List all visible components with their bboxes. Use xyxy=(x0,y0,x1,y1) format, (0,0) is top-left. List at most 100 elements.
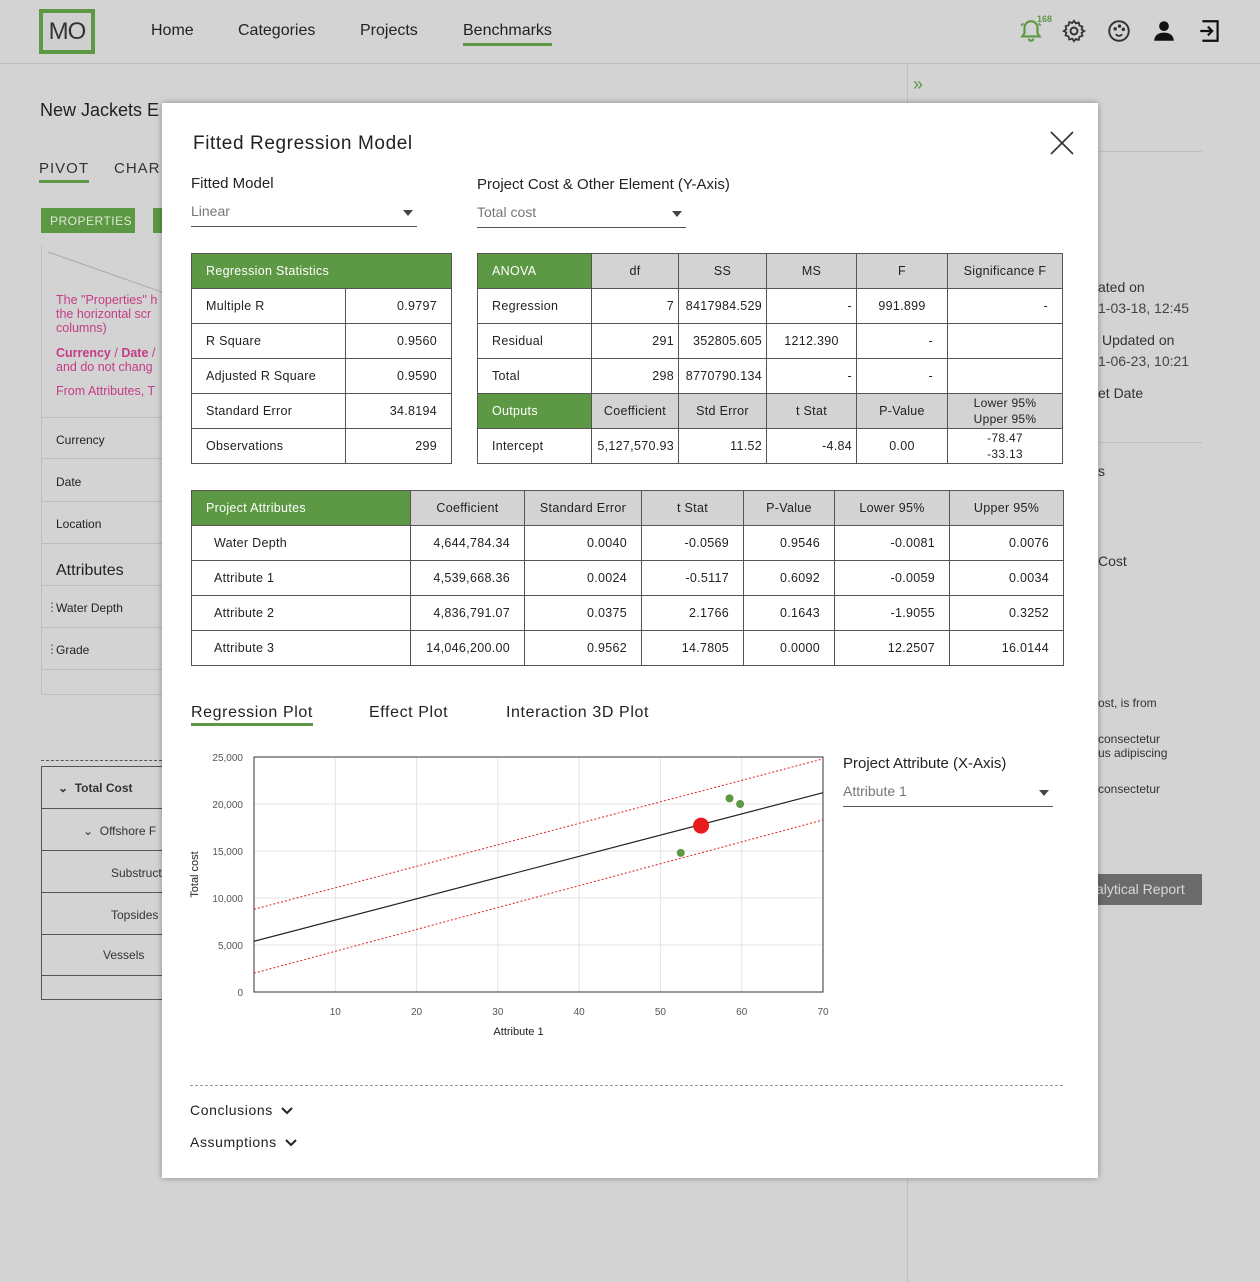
tree-offshore[interactable]: ⌄ Offshore F xyxy=(83,824,156,838)
nav-benchmarks[interactable]: Benchmarks xyxy=(463,22,552,46)
nav-home[interactable]: Home xyxy=(151,22,194,40)
cell: 352805.605 xyxy=(678,323,767,359)
tree-topsides[interactable]: Topsides xyxy=(111,908,158,922)
table-row: R Square 0.9560 xyxy=(191,323,452,359)
cell: 0.9546 xyxy=(743,525,835,561)
column-header: Lower 95% xyxy=(834,490,950,526)
app-logo[interactable]: MO xyxy=(39,9,95,54)
y-tick-label: 5,000 xyxy=(218,941,243,952)
x-tick-label: 40 xyxy=(574,1007,586,1018)
tab-chart[interactable]: CHAR xyxy=(114,160,161,177)
currency-emphasis: Currency xyxy=(56,346,111,360)
column-header: Coefficient xyxy=(410,490,525,526)
y-tick-label: 0 xyxy=(237,988,243,999)
cell: 298 xyxy=(591,358,679,394)
expand-panel-icon[interactable]: » xyxy=(913,74,923,95)
table-row: Attribute 2 4,836,791.07 0.0375 2.1766 0… xyxy=(191,595,1064,631)
fitted-model-label: Fitted Model xyxy=(191,175,274,192)
outputs-header-row: Outputs Coefficient Std Error t Stat P-V… xyxy=(477,393,1063,429)
row-currency[interactable]: Currency xyxy=(42,417,162,459)
column-header: P-Value xyxy=(856,393,948,429)
target-date-label: et Date xyxy=(1098,385,1144,401)
row-label: Attribute 3 xyxy=(191,630,411,666)
drag-handle-icon[interactable]: ⋮ xyxy=(46,642,58,656)
secondary-button[interactable] xyxy=(153,208,162,233)
x-axis-select[interactable]: Attribute 1 xyxy=(843,783,1053,807)
chevron-down-icon: ⌄ xyxy=(58,781,69,795)
y-axis-select[interactable]: Total cost xyxy=(477,204,686,228)
tab-regression-plot[interactable]: Regression Plot xyxy=(191,704,313,726)
plot-frame xyxy=(253,756,824,993)
row-label: Water Depth xyxy=(191,525,411,561)
nav-projects[interactable]: Projects xyxy=(360,22,418,40)
row-location[interactable]: Location xyxy=(42,502,162,544)
cell: 8770790.134 xyxy=(678,358,767,394)
chevron-down-icon xyxy=(285,1139,297,1147)
cell: 1212.390 xyxy=(766,323,857,359)
cell: - xyxy=(947,288,1063,324)
data-point xyxy=(725,794,734,803)
table-row: Observations 299 xyxy=(191,428,452,464)
cell: 0.0024 xyxy=(524,560,642,596)
cell xyxy=(947,358,1063,394)
desc-text-3: us adipiscing xyxy=(1098,746,1168,760)
table-row: Standard Error 34.8194 xyxy=(191,393,452,429)
cell: 0.0375 xyxy=(524,595,642,631)
stat-value: 0.9560 xyxy=(345,323,452,359)
tree-substructure[interactable]: Substruct xyxy=(111,866,162,880)
stat-label: Adjusted R Square xyxy=(191,358,346,394)
divider xyxy=(1098,442,1202,443)
analytical-report-button[interactable]: alytical Report xyxy=(1090,874,1202,905)
cell: 14.7805 xyxy=(641,630,744,666)
x-tick-label: 60 xyxy=(736,1007,748,1018)
divider xyxy=(1098,151,1202,152)
cell: 0.3252 xyxy=(949,595,1064,631)
row-date[interactable]: Date xyxy=(42,460,162,502)
drag-handle-icon[interactable]: ⋮ xyxy=(46,600,58,614)
cell: 991.899 xyxy=(856,288,948,324)
properties-button[interactable]: PROPERTIES xyxy=(41,208,135,233)
cell: 7 xyxy=(591,288,679,324)
stat-value: 299 xyxy=(345,428,452,464)
divider xyxy=(42,975,162,976)
section-label: s xyxy=(1098,463,1105,479)
conclusions-accordion[interactable]: Conclusions xyxy=(190,1102,293,1118)
user-icon[interactable] xyxy=(1151,18,1177,44)
logout-icon[interactable] xyxy=(1197,18,1223,44)
tab-interaction-3d-plot[interactable]: Interaction 3D Plot xyxy=(506,704,649,722)
assumptions-accordion[interactable]: Assumptions xyxy=(190,1134,297,1150)
palette-icon[interactable] xyxy=(1106,18,1132,44)
tree-total-cost[interactable]: ⌄ Total Cost xyxy=(58,781,133,795)
fitted-model-select[interactable]: Linear xyxy=(191,203,417,227)
close-icon[interactable] xyxy=(1048,129,1076,157)
column-header: Significance F xyxy=(947,253,1063,289)
anova-table: ANOVA df SS MS F Significance F Regressi… xyxy=(477,253,1063,464)
regression-plot: 10 20 30 40 50 60 70 0 5,000 10,000 15,000 20,000 25… xyxy=(189,753,829,1038)
dashed-separator xyxy=(41,760,162,761)
x-axis-value: Attribute 1 xyxy=(843,783,907,799)
row-water-depth[interactable]: Water Depth xyxy=(42,586,162,628)
row-label: Intercept xyxy=(477,428,592,464)
tab-effect-plot[interactable]: Effect Plot xyxy=(369,704,448,722)
nav-categories[interactable]: Categories xyxy=(238,22,315,40)
fitted-model-value: Linear xyxy=(191,203,230,219)
data-point xyxy=(736,800,745,808)
x-tick-label: 70 xyxy=(817,1007,829,1018)
tab-pivot[interactable]: PIVOT xyxy=(39,160,90,183)
lower-confidence-band xyxy=(253,819,824,974)
desc-text-1: ost, is from xyxy=(1098,696,1157,710)
table-row: Total 298 8770790.134 - - xyxy=(477,358,1063,394)
panel-bottom xyxy=(41,694,162,695)
y-axis-title: Total cost xyxy=(189,851,201,897)
gear-icon[interactable] xyxy=(1061,18,1087,44)
row-label: Total xyxy=(477,358,592,394)
column-header: Std Error xyxy=(678,393,767,429)
upper-confidence-band xyxy=(253,758,824,910)
outputs-header: Outputs xyxy=(477,393,592,429)
cell: - xyxy=(856,358,948,394)
table-row: Regression 7 8417984.529 - 991.899 - xyxy=(477,288,1063,324)
created-on-value: 1-03-18, 12:45 xyxy=(1098,300,1190,316)
x-tick-label: 30 xyxy=(492,1007,504,1018)
row-grade[interactable]: Grade xyxy=(42,628,162,670)
tree-vessels[interactable]: Vessels xyxy=(103,948,144,962)
